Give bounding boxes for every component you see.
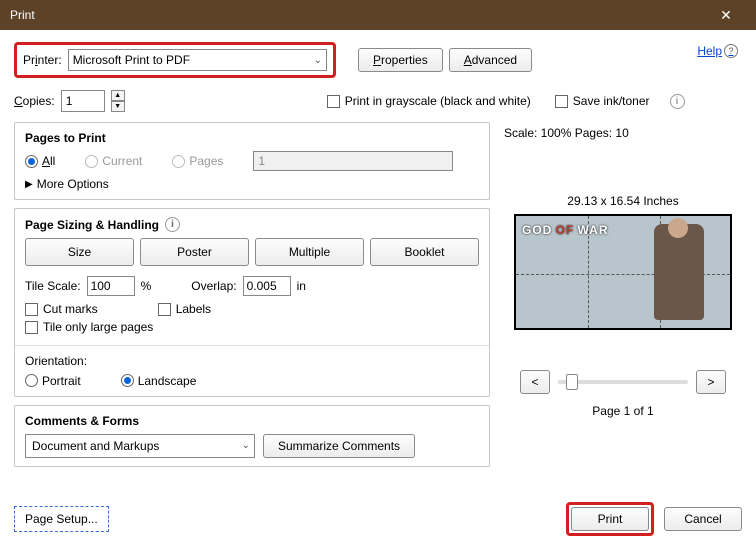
poster-button[interactable]: Poster [140, 238, 249, 266]
triangle-right-icon: ▶ [25, 179, 33, 190]
preview-next-button[interactable]: > [696, 370, 726, 394]
preview-content-image [654, 224, 704, 320]
pages-to-print-title: Pages to Print [25, 131, 479, 145]
landscape-radio[interactable]: Landscape [121, 374, 197, 388]
help-icon: ? [724, 44, 738, 58]
tile-scale-input[interactable] [87, 276, 135, 296]
tile-scale-label: Tile Scale: [25, 279, 81, 293]
copies-input[interactable] [61, 90, 105, 112]
portrait-radio[interactable]: Portrait [25, 374, 81, 388]
radio-icon [172, 155, 185, 168]
printer-select[interactable]: Microsoft Print to PDF ⌄ [68, 49, 327, 71]
properties-button[interactable]: Properties [358, 48, 443, 72]
preview-content-logo: GOD OF WAR [522, 224, 609, 236]
printer-selection-highlight: Printer: Microsoft Print to PDF ⌄ [14, 42, 336, 78]
radio-icon [85, 155, 98, 168]
info-icon[interactable]: i [165, 217, 180, 232]
window-title: Print [10, 8, 706, 22]
radio-icon [25, 374, 38, 387]
preview-dimensions: 29.13 x 16.54 Inches [504, 194, 742, 208]
checkbox-icon [327, 95, 340, 108]
close-icon[interactable]: ✕ [706, 7, 746, 24]
print-button-highlight: Print [566, 502, 654, 536]
copies-spinner[interactable]: ▲▼ [111, 90, 125, 112]
cancel-button[interactable]: Cancel [664, 507, 742, 531]
copies-label: Copies: [14, 94, 55, 108]
overlap-label: Overlap: [191, 279, 236, 293]
labels-checkbox[interactable]: Labels [158, 302, 211, 316]
chevron-down-icon: ⌄ [242, 440, 250, 451]
print-button[interactable]: Print [571, 507, 649, 531]
pages-current-radio[interactable]: Current [85, 154, 142, 168]
printer-label: Printer: [23, 53, 62, 67]
spinner-down-icon[interactable]: ▼ [111, 101, 125, 112]
page-sizing-title: Page Sizing & Handling [25, 218, 159, 232]
comments-title: Comments & Forms [25, 414, 479, 428]
radio-selected-icon [121, 374, 134, 387]
help-label: Help [697, 44, 722, 58]
cut-marks-checkbox[interactable]: Cut marks [25, 302, 98, 316]
page-setup-button[interactable]: Page Setup... [14, 506, 109, 532]
pages-all-radio[interactable]: All [25, 154, 55, 168]
info-icon[interactable]: i [670, 94, 685, 109]
print-preview: GOD OF WAR [514, 214, 732, 330]
size-button[interactable]: Size [25, 238, 134, 266]
preview-prev-button[interactable]: < [520, 370, 550, 394]
multiple-button[interactable]: Multiple [255, 238, 364, 266]
checkbox-icon [555, 95, 568, 108]
checkbox-icon [25, 303, 38, 316]
percent-label: % [141, 279, 152, 293]
tile-large-checkbox[interactable]: Tile only large pages [25, 320, 153, 334]
comments-select[interactable]: Document and Markups ⌄ [25, 434, 255, 458]
help-link[interactable]: Help ? [697, 44, 738, 58]
preview-slider[interactable] [558, 380, 688, 384]
grayscale-checkbox[interactable]: Print in grayscale (black and white) [327, 94, 531, 108]
comments-section: Comments & Forms Document and Markups ⌄ … [14, 405, 490, 467]
orientation-title: Orientation: [25, 354, 479, 368]
booklet-button[interactable]: Booklet [370, 238, 479, 266]
printer-selected-value: Microsoft Print to PDF [73, 53, 190, 67]
checkbox-icon [25, 321, 38, 334]
chevron-down-icon: ⌄ [314, 55, 322, 66]
pages-range-radio[interactable]: Pages [172, 154, 223, 168]
page-sizing-section: Page Sizing & Handling i Size Poster Mult… [14, 208, 490, 397]
advanced-button[interactable]: Advanced [449, 48, 532, 72]
pages-range-input[interactable] [253, 151, 453, 171]
overlap-input[interactable] [243, 276, 291, 296]
preview-page-indicator: Page 1 of 1 [504, 404, 742, 418]
save-ink-checkbox[interactable]: Save ink/toner [555, 94, 650, 108]
overlap-unit: in [297, 279, 306, 293]
preview-scale-pages: Scale: 100% Pages: 10 [504, 126, 742, 140]
checkbox-icon [158, 303, 171, 316]
pages-to-print-section: Pages to Print All Current Pages ▶More O… [14, 122, 490, 200]
spinner-up-icon[interactable]: ▲ [111, 90, 125, 101]
slider-thumb[interactable] [566, 374, 578, 390]
summarize-comments-button[interactable]: Summarize Comments [263, 434, 415, 458]
radio-selected-icon [25, 155, 38, 168]
more-options-toggle[interactable]: ▶More Options [25, 177, 479, 191]
